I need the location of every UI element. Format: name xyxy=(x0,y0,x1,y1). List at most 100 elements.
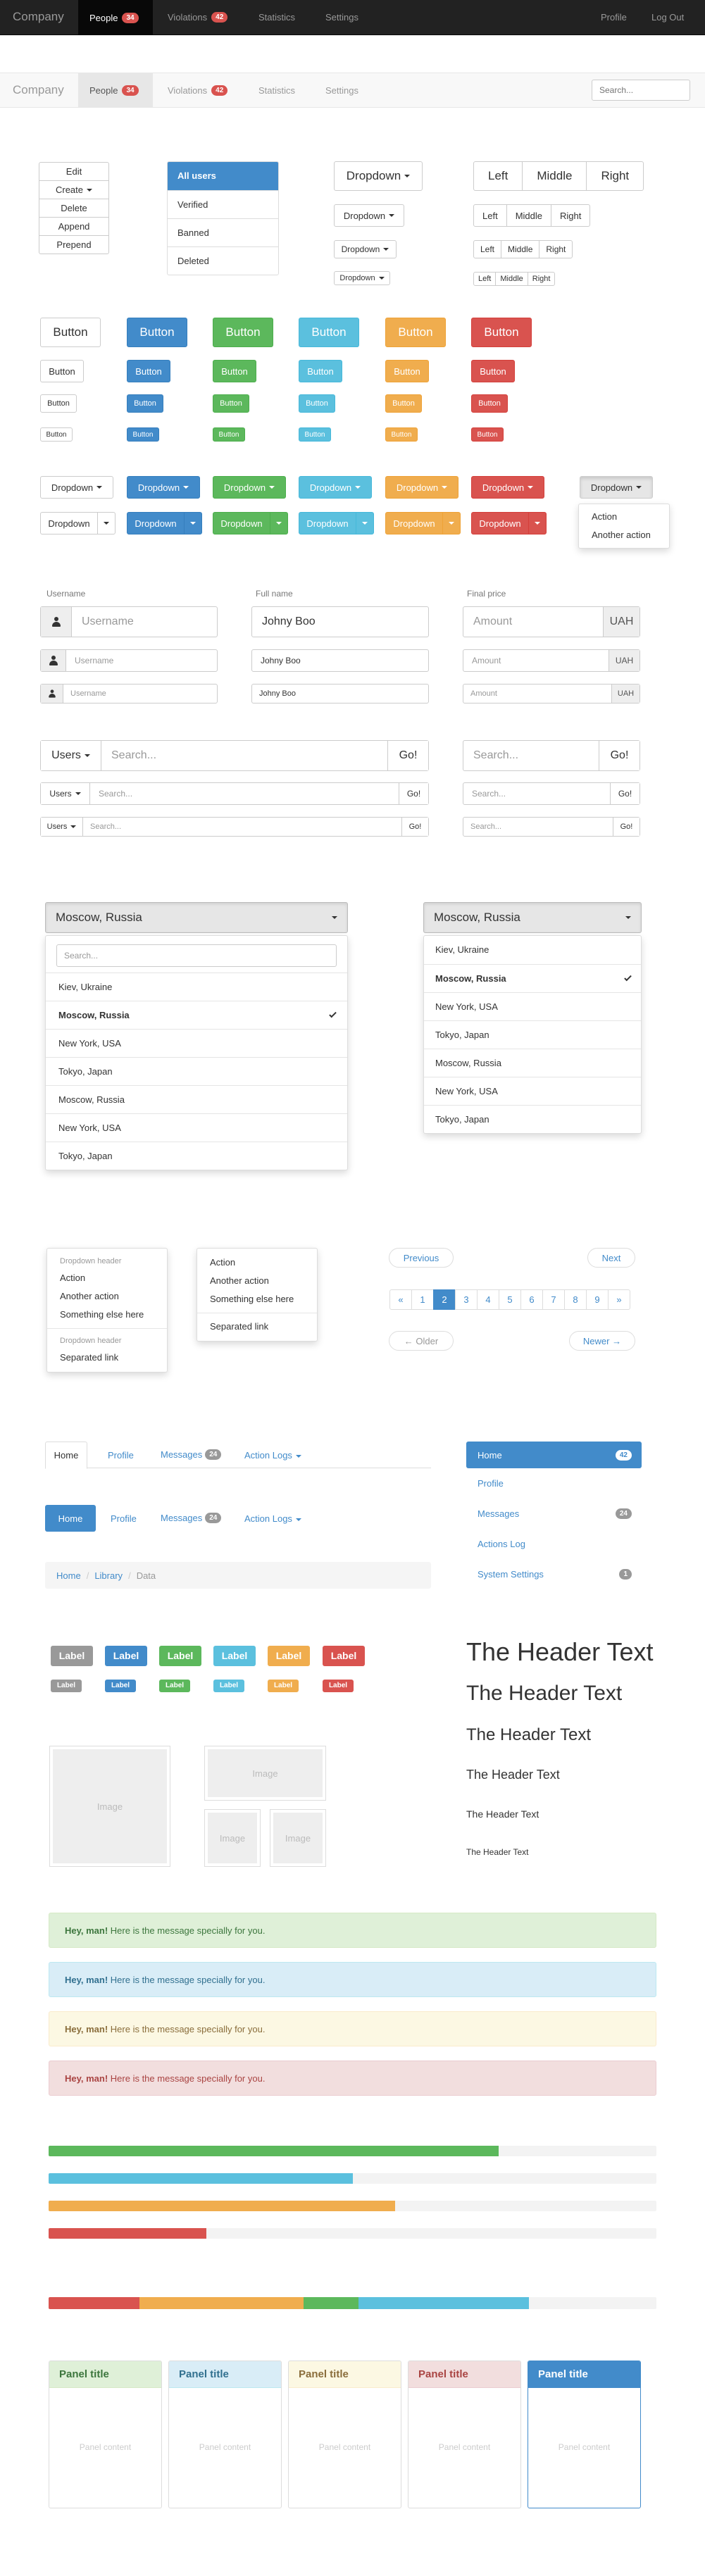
city-option[interactable]: Moscow, Russia xyxy=(424,1049,641,1077)
go-button[interactable]: Go! xyxy=(401,818,428,836)
list-item-deleted[interactable]: Deleted xyxy=(168,246,278,275)
default-button-sm[interactable]: Button xyxy=(40,394,77,413)
list-item-all-users[interactable]: All users xyxy=(168,162,278,190)
split-toggle-button[interactable] xyxy=(528,512,547,534)
go-button[interactable]: Go! xyxy=(399,783,428,804)
pill-action-logs[interactable]: Action Logs xyxy=(244,1513,301,1524)
dropdown-button-md[interactable]: Dropdown xyxy=(334,204,404,227)
menu-item[interactable]: Action xyxy=(197,1253,317,1272)
search-input[interactable]: Search... xyxy=(101,749,387,762)
segment-middle[interactable]: Middle xyxy=(495,272,528,286)
older-button[interactable]: ← Older xyxy=(389,1331,454,1351)
append-button[interactable]: Append xyxy=(39,217,109,236)
page-link[interactable]: 5 xyxy=(499,1289,521,1310)
menu-item[interactable]: Another action xyxy=(47,1287,167,1306)
navbar-search-input[interactable] xyxy=(592,80,690,101)
menu-item[interactable]: Action xyxy=(47,1269,167,1287)
page-link[interactable]: 7 xyxy=(542,1289,565,1310)
primary-button-xs[interactable]: Button xyxy=(127,427,159,442)
default-button-md[interactable]: Button xyxy=(40,360,84,382)
username-field-sm[interactable]: Username xyxy=(40,684,218,704)
page-link[interactable]: 4 xyxy=(477,1289,499,1310)
side-nav-messages[interactable]: Messages 24 xyxy=(466,1499,642,1529)
info-button-md[interactable]: Button xyxy=(299,360,342,382)
split-main-button[interactable]: Dropdown xyxy=(213,512,270,534)
pill-profile[interactable]: Profile xyxy=(111,1513,137,1524)
warning-button-xs[interactable]: Button xyxy=(385,427,418,442)
dropdown-danger[interactable]: Dropdown xyxy=(471,476,544,499)
segment-left[interactable]: Left xyxy=(473,272,497,286)
city-option[interactable]: Tokyo, Japan xyxy=(46,1057,347,1085)
segment-left[interactable]: Left xyxy=(473,240,502,258)
nav-item-people[interactable]: People 34 xyxy=(78,0,153,35)
city-option[interactable]: New York, USA xyxy=(424,992,641,1020)
username-field-md[interactable]: Username xyxy=(40,649,218,672)
go-button[interactable]: Go! xyxy=(613,818,640,836)
page-first[interactable]: « xyxy=(389,1289,412,1310)
info-button-lg[interactable]: Button xyxy=(299,318,359,347)
primary-button-lg[interactable]: Button xyxy=(127,318,187,347)
info-button-xs[interactable]: Button xyxy=(299,427,331,442)
tab-messages[interactable]: Messages 24 xyxy=(161,1449,222,1460)
search-input[interactable]: Search... xyxy=(463,823,613,831)
primary-button-md[interactable]: Button xyxy=(127,360,170,382)
primary-button-sm[interactable]: Button xyxy=(127,394,163,413)
username-field-lg[interactable]: Username xyxy=(40,606,218,637)
search-input[interactable]: Search... xyxy=(83,823,401,831)
menu-item[interactable]: Another action xyxy=(197,1272,317,1290)
segment-middle[interactable]: Middle xyxy=(522,161,587,191)
city-option[interactable]: New York, USA xyxy=(46,1029,347,1057)
split-main-button[interactable]: Dropdown xyxy=(471,512,529,534)
delete-button[interactable]: Delete xyxy=(39,199,109,218)
split-toggle-button[interactable] xyxy=(97,512,116,534)
menu-item[interactable]: Something else here xyxy=(197,1290,317,1308)
nav-profile[interactable]: Profile xyxy=(601,12,627,23)
city-search-input[interactable]: Search... xyxy=(56,944,337,967)
city-option[interactable]: New York, USA xyxy=(46,1113,347,1142)
page-link[interactable]: 9 xyxy=(586,1289,609,1310)
segment-right[interactable]: Right xyxy=(550,204,591,227)
dropdown-info[interactable]: Dropdown xyxy=(299,476,372,499)
segment-middle[interactable]: Middle xyxy=(506,204,551,227)
list-item-banned[interactable]: Banned xyxy=(168,218,278,246)
pill-messages[interactable]: Messages 24 xyxy=(161,1513,222,1523)
success-button-lg[interactable]: Button xyxy=(213,318,273,347)
city-option[interactable]: Kiev, Ukraine xyxy=(46,973,347,1001)
segment-right[interactable]: Right xyxy=(527,272,556,286)
tab-home[interactable]: Home xyxy=(45,1442,87,1469)
city-select-toggle[interactable]: Moscow, Russia xyxy=(45,902,348,933)
warning-button-sm[interactable]: Button xyxy=(385,394,422,413)
city-select-toggle[interactable]: Moscow, Russia xyxy=(423,902,642,933)
pill-home[interactable]: Home xyxy=(45,1505,96,1532)
warning-button-md[interactable]: Button xyxy=(385,360,429,382)
go-button[interactable]: Go! xyxy=(387,741,428,770)
warning-button-lg[interactable]: Button xyxy=(385,318,446,347)
danger-button-xs[interactable]: Button xyxy=(471,427,504,442)
page-link[interactable]: 3 xyxy=(455,1289,478,1310)
segment-middle[interactable]: Middle xyxy=(501,240,540,258)
page-last[interactable]: » xyxy=(608,1289,630,1310)
dropdown-button-sm[interactable]: Dropdown xyxy=(334,240,397,258)
create-button[interactable]: Create xyxy=(39,180,109,199)
city-option[interactable]: Tokyo, Japan xyxy=(424,1020,641,1049)
page-link[interactable]: 6 xyxy=(520,1289,543,1310)
split-main-button[interactable]: Dropdown xyxy=(385,512,443,534)
amount-field-sm[interactable]: Amount UAH xyxy=(463,684,640,704)
brand[interactable]: Company xyxy=(13,10,64,24)
search-input[interactable]: Search... xyxy=(90,789,399,799)
city-option[interactable]: Kiev, Ukraine xyxy=(424,936,641,964)
breadcrumb-home[interactable]: Home xyxy=(56,1570,81,1581)
segment-left[interactable]: Left xyxy=(473,204,507,227)
next-button[interactable]: Next xyxy=(587,1248,635,1268)
search-input[interactable]: Search... xyxy=(463,789,610,799)
dropdown-success[interactable]: Dropdown xyxy=(213,476,286,499)
danger-button-lg[interactable]: Button xyxy=(471,318,532,347)
search-input[interactable]: Search... xyxy=(463,749,599,762)
users-dropdown-button[interactable]: Users xyxy=(41,741,101,770)
fullname-field-lg[interactable]: Johny Boo xyxy=(251,606,429,637)
nav-item-people[interactable]: People 34 xyxy=(78,73,153,107)
danger-button-sm[interactable]: Button xyxy=(471,394,508,413)
menu-item[interactable]: Something else here xyxy=(47,1306,167,1324)
breadcrumb-library[interactable]: Library xyxy=(94,1570,123,1581)
default-button-lg[interactable]: Button xyxy=(40,318,101,347)
